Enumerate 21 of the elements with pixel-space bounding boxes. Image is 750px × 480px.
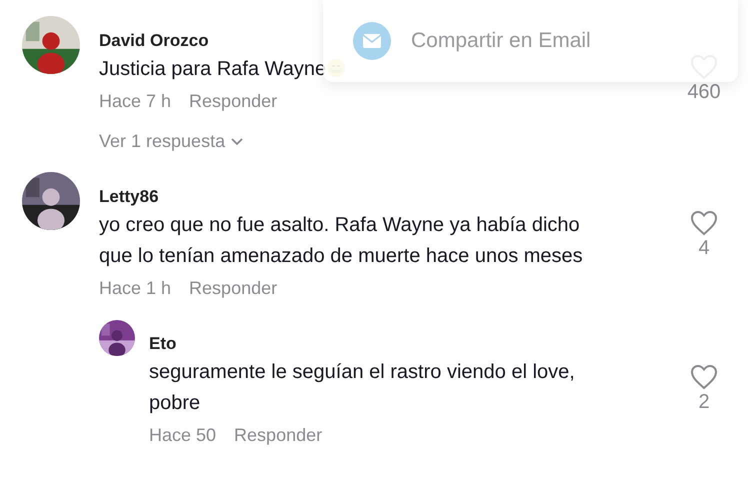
- view-replies-button[interactable]: Ver 1 respuesta: [99, 131, 665, 152]
- chevron-down-icon: [231, 138, 244, 146]
- comment-text: yo creo que no fue asalto. Rafa Wayne ya había dicho que lo tenían amenazado de muerte hace unos meses: [99, 213, 584, 269]
- comment-text: seguramente le seguían el rastro viendo el love, pobre: [149, 360, 576, 416]
- heart-icon: [690, 364, 718, 390]
- share-email-option[interactable]: Compartir en Email: [411, 29, 591, 53]
- comment-time: Hace 7 h: [99, 90, 172, 113]
- reply-link[interactable]: Responder: [189, 89, 278, 113]
- mail-icon: [353, 22, 391, 60]
- heart-icon: [690, 210, 718, 236]
- like-button[interactable]: [690, 364, 718, 390]
- like-count: 2: [698, 390, 710, 414]
- reply-link[interactable]: Responder: [234, 423, 322, 447]
- comment-author[interactable]: Eto: [149, 334, 670, 354]
- like-count: 4: [698, 236, 710, 260]
- like-count: 460: [687, 80, 721, 104]
- like-button[interactable]: [690, 210, 718, 236]
- comment-time: Hace 50: [149, 424, 216, 447]
- reply-link[interactable]: Responder: [189, 276, 278, 300]
- comment-author[interactable]: Letty86: [99, 187, 665, 207]
- comment-time: Hace 1 h: [99, 277, 172, 300]
